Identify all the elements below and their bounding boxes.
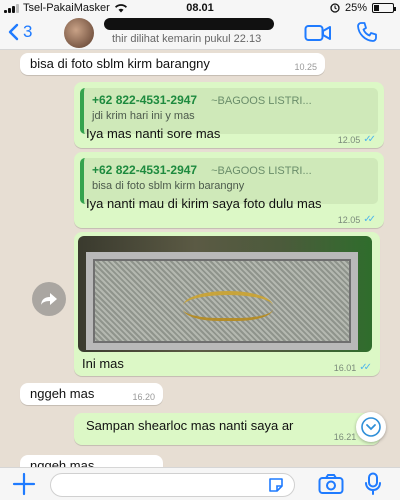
message-text: nggeh mas — [30, 458, 95, 467]
message-text: nggeh mas — [30, 386, 95, 401]
phone-call-icon[interactable] — [356, 21, 378, 43]
message-time: 16.21 — [333, 431, 357, 442]
message-text: Sampan shearloc mas nanti saya ar — [86, 418, 294, 433]
scroll-to-bottom-button[interactable] — [356, 412, 386, 442]
message-text: Iya nanti mau di kirim saya foto dulu ma… — [86, 196, 322, 211]
forward-button[interactable] — [32, 282, 66, 316]
message-meta: 10.25 — [294, 62, 317, 72]
last-seen: thir dilihat kemarin pukul 22.13 — [112, 33, 262, 45]
message-time: 16.01 — [333, 362, 357, 373]
contact-name-redacted[interactable] — [104, 18, 274, 30]
read-ticks-icon: ✓✓ — [359, 362, 372, 373]
message-time: 12.05 — [337, 134, 361, 145]
unread-count: 3 — [23, 22, 33, 41]
message-meta: 12.05 ✓✓ — [338, 214, 376, 225]
message-text: bisa di foto sblm kirm barangny — [30, 56, 210, 71]
quoted-phone: +62 822-4531-2947 — [92, 93, 198, 107]
message-incoming[interactable]: bisa di foto sblm kirm barangny 10.25 — [20, 53, 325, 75]
chat-area[interactable]: bisa di foto sblm kirm barangny 10.25 +6… — [0, 51, 400, 467]
plus-icon[interactable] — [12, 472, 36, 496]
back-button[interactable]: 3 — [8, 22, 32, 42]
video-call-icon[interactable] — [304, 23, 332, 43]
quoted-text: bisa di foto sblm kirm barangny — [92, 180, 245, 192]
message-time: 10.25 — [294, 62, 317, 72]
quoted-phone: +62 822-4531-2947 — [92, 163, 198, 177]
message-meta: 16.01 ✓✓ — [334, 362, 372, 373]
chevron-left-icon — [8, 23, 19, 41]
input-bar — [0, 467, 400, 500]
message-incoming[interactable]: nggeh mas 16.20 — [20, 383, 163, 405]
alarm-icon — [330, 3, 340, 13]
message-time: 16.20 — [132, 392, 155, 402]
photo-attachment[interactable] — [78, 236, 372, 352]
battery-percent: 25% — [344, 2, 367, 14]
sticker-icon[interactable] — [268, 477, 284, 493]
message-meta: 12.05 ✓✓ — [338, 134, 376, 145]
message-incoming[interactable]: nggeh mas — [20, 455, 163, 467]
chevron-down-icon — [361, 417, 381, 437]
message-outgoing-photo[interactable]: Ini mas 16.01 ✓✓ — [74, 232, 380, 376]
battery-icon — [372, 3, 396, 13]
quoted-name: ~BAGOOS LISTRI... — [211, 165, 312, 177]
quoted-name: ~BAGOOS LISTRI... — [211, 95, 312, 107]
message-outgoing[interactable]: +62 822-4531-2947 ~BAGOOS LISTRI... bisa … — [74, 152, 384, 228]
quoted-text: jdi krim hari ini y mas — [92, 110, 195, 122]
message-text: Ini mas — [82, 356, 124, 371]
message-input[interactable] — [50, 473, 295, 497]
read-ticks-icon: ✓✓ — [363, 214, 376, 225]
camera-icon[interactable] — [318, 474, 344, 494]
status-right: 25% — [330, 2, 396, 14]
message-outgoing[interactable]: +62 822-4531-2947 ~BAGOOS LISTRI... jdi k… — [74, 82, 384, 148]
read-ticks-icon: ✓✓ — [363, 134, 376, 145]
message-text: Iya mas nanti sore mas — [86, 126, 221, 141]
microphone-icon[interactable] — [364, 472, 382, 496]
status-bar: Tsel-PakaiMasker 08.01 25% — [0, 0, 400, 16]
share-arrow-icon — [41, 293, 57, 305]
framed-calligraphy-image — [86, 252, 358, 350]
message-meta: 16.20 — [132, 392, 155, 402]
message-time: 12.05 — [337, 214, 361, 225]
chat-header: 3 thir dilihat kemarin pukul 22.13 — [0, 16, 400, 50]
message-outgoing[interactable]: Sampan shearloc mas nanti saya ar 16.21✓… — [74, 413, 380, 445]
avatar[interactable] — [64, 18, 94, 48]
